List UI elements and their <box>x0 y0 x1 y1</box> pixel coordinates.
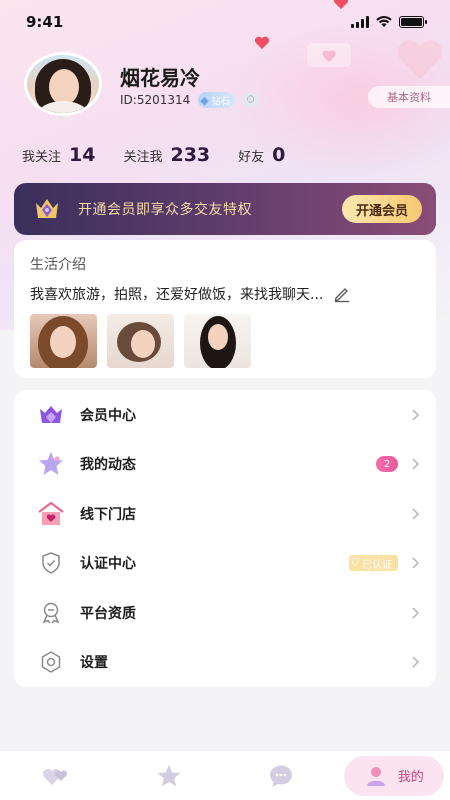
open-vip-button[interactable]: 开通会员 <box>341 195 422 223</box>
level-badge-label: 钻石 <box>211 96 230 107</box>
stat-value: 233 <box>170 144 211 166</box>
tab-home[interactable] <box>6 756 106 796</box>
verified-badge: ⛉ 已认证 <box>348 555 398 572</box>
vip-banner-text: 开通会员即享众多交友特权 <box>78 202 252 218</box>
star-tab-icon <box>157 764 181 786</box>
menu-label: 平台资质 <box>80 605 136 622</box>
vip-crown-icon <box>36 199 58 218</box>
shield-check-icon <box>36 548 66 578</box>
star-icon <box>36 449 66 479</box>
avatar[interactable] <box>24 52 102 116</box>
menu-card: 会员中心 我的动态 2 线下门店 认证中心 ⛉ 已认证 平台资质 设置 <box>14 390 436 687</box>
menu-item-verification-center[interactable]: 认证中心 ⛉ 已认证 <box>14 539 436 589</box>
chat-bubble-icon <box>270 765 293 787</box>
gallery-photo[interactable] <box>30 314 97 368</box>
hearts-icon <box>43 768 68 785</box>
intro-text-row: 我喜欢旅游，拍照，还爱好做饭，来找我聊天... <box>30 284 420 304</box>
chevron-right-icon <box>412 409 420 421</box>
user-id: ID:5201314 <box>120 93 191 107</box>
menu-item-member-center[interactable]: 会员中心 <box>14 390 436 440</box>
menu-item-settings[interactable]: 设置 <box>14 638 436 688</box>
basic-info-button[interactable]: 基本资料 <box>368 86 450 108</box>
vip-banner[interactable]: 开通会员即享众多交友特权 开通会员 <box>14 183 436 235</box>
chat-heart-decoration-icon <box>307 43 351 67</box>
intro-title: 生活介绍 <box>30 257 86 273</box>
status-icons <box>351 16 427 28</box>
tab-mine[interactable]: 我的 <box>343 755 444 796</box>
heart-decoration-icon <box>397 40 443 79</box>
battery-icon <box>399 16 427 28</box>
menu-label: 线下门店 <box>80 506 136 523</box>
unread-count-badge: 2 <box>376 456 398 473</box>
life-intro-card: 生活介绍 我喜欢旅游，拍照，还爱好做饭，来找我聊天... <box>14 240 436 378</box>
verify-level-icon[interactable]: ⬡ <box>242 92 259 108</box>
intro-text: 我喜欢旅游，拍照，还爱好做饭，来找我聊天... <box>30 287 324 303</box>
user-id-row: ID:5201314 ◆ 钻石 ⬡ <box>120 92 259 108</box>
store-heart-icon <box>36 499 66 529</box>
chevron-right-icon <box>412 557 420 569</box>
stat-label: 关注我 <box>123 150 163 165</box>
status-bar: 9:41 <box>0 0 450 44</box>
stat-label: 好友 <box>238 150 265 165</box>
gear-icon <box>36 647 66 677</box>
certificate-icon <box>36 598 66 628</box>
profile-tab-icon <box>366 766 385 786</box>
stat-followers[interactable]: 关注我 233 <box>123 144 210 166</box>
chevron-right-icon <box>412 607 420 619</box>
menu-item-my-moments[interactable]: 我的动态 2 <box>14 440 436 490</box>
stat-value: 0 <box>272 144 286 166</box>
chevron-right-icon <box>412 458 420 470</box>
wifi-icon <box>376 16 392 27</box>
stats-row: 我关注 14 关注我 233 好友 0 <box>22 144 313 166</box>
stat-label: 我关注 <box>22 150 62 165</box>
bottom-tab-bar: 我的 <box>0 750 450 800</box>
verified-badge-label: 已认证 <box>362 559 392 571</box>
menu-label: 设置 <box>80 655 108 672</box>
status-time: 9:41 <box>26 13 64 31</box>
edit-pencil-icon[interactable] <box>333 285 351 303</box>
crown-diamond-icon <box>36 400 66 430</box>
tab-mine-label: 我的 <box>397 770 424 785</box>
tab-discover[interactable] <box>119 756 219 796</box>
chevron-right-icon <box>412 508 420 520</box>
user-name: 烟花易冷 <box>120 66 200 90</box>
level-badge[interactable]: ◆ 钻石 <box>198 92 235 108</box>
menu-item-platform-qualification[interactable]: 平台资质 <box>14 588 436 638</box>
menu-label: 会员中心 <box>80 407 136 424</box>
stat-friends[interactable]: 好友 0 <box>238 144 285 166</box>
tab-messages[interactable] <box>231 756 331 796</box>
stat-following[interactable]: 我关注 14 <box>22 144 95 166</box>
verified-shield-icon: ⛉ <box>351 557 360 569</box>
menu-label: 我的动态 <box>80 457 136 474</box>
diamond-icon: ◆ <box>200 93 209 107</box>
chevron-right-icon <box>412 656 420 668</box>
signal-icon <box>351 16 369 28</box>
gallery-photo[interactable] <box>184 314 251 368</box>
stat-value: 14 <box>69 144 96 166</box>
menu-label: 认证中心 <box>80 556 136 573</box>
gallery-photo[interactable] <box>107 314 174 368</box>
photo-gallery <box>30 314 420 368</box>
menu-item-offline-store[interactable]: 线下门店 <box>14 489 436 539</box>
